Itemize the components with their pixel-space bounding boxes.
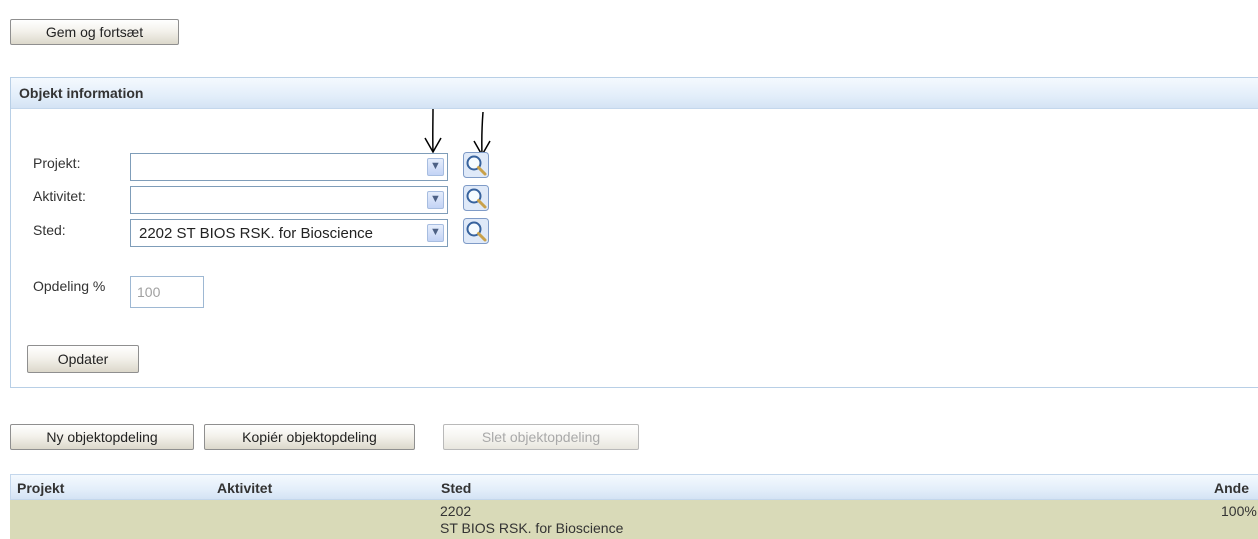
copy-split-button[interactable]: Kopiér objektopdeling: [204, 424, 415, 450]
annotation-arrow-dropdown-icon: [424, 108, 442, 154]
aktivitet-label: Aktivitet:: [33, 188, 86, 204]
new-split-button[interactable]: Ny objektopdeling: [10, 424, 194, 450]
magnifier-icon[interactable]: [463, 218, 489, 244]
sted-select-value: 2202 ST BIOS RSK. for Bioscience: [139, 225, 374, 242]
column-header-aktivitet[interactable]: Aktivitet: [217, 480, 272, 496]
projekt-label: Projekt:: [33, 155, 81, 171]
sted-select[interactable]: 2202 ST BIOS RSK. for Bioscience ▼: [130, 219, 448, 247]
chevron-down-icon[interactable]: ▼: [427, 158, 444, 176]
table-header: Projekt Aktivitet Sted Ande: [10, 474, 1258, 500]
delete-split-button[interactable]: Slet objektopdeling: [443, 424, 639, 450]
sted-label: Sted:: [33, 222, 66, 238]
opdeling-input[interactable]: 100: [130, 276, 204, 308]
update-button[interactable]: Opdater: [27, 345, 139, 373]
chevron-down-icon[interactable]: ▼: [427, 191, 444, 209]
opdeling-input-value: 100: [137, 284, 161, 300]
chevron-down-icon[interactable]: ▼: [427, 224, 444, 242]
table-row[interactable]: 2202 ST BIOS RSK. for Bioscience 100%: [10, 500, 1258, 539]
panel-header: Objekt information: [11, 78, 1258, 109]
cell-andel: 100%: [1221, 503, 1257, 519]
panel-title: Objekt information: [19, 85, 144, 101]
save-and-continue-button[interactable]: Gem og fortsæt: [10, 19, 179, 45]
cell-sted-code: 2202: [440, 503, 472, 519]
magnifier-icon[interactable]: [463, 185, 489, 211]
projekt-select[interactable]: ▼: [130, 153, 448, 181]
column-header-sted[interactable]: Sted: [441, 480, 471, 496]
cell-sted-name: ST BIOS RSK. for Bioscience: [440, 520, 624, 536]
column-header-projekt[interactable]: Projekt: [17, 480, 64, 496]
annotation-arrow-lookup-icon: [473, 111, 491, 157]
opdeling-label: Opdeling %: [33, 278, 106, 294]
magnifier-icon[interactable]: [463, 152, 489, 178]
aktivitet-select[interactable]: ▼: [130, 186, 448, 214]
column-header-andel[interactable]: Ande: [1214, 480, 1249, 496]
